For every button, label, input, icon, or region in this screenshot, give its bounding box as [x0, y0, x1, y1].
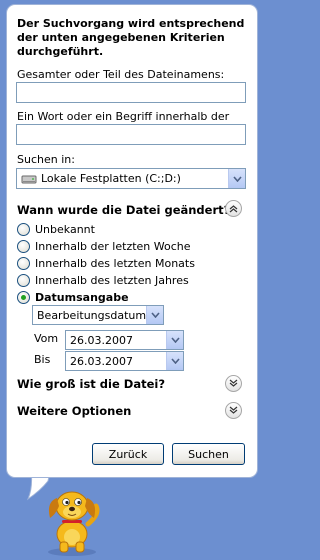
to-label: Bis — [34, 353, 51, 366]
radio-last-week[interactable]: Innerhalb der letzten Woche — [17, 239, 191, 253]
chevron-down-icon[interactable] — [228, 169, 245, 188]
filename-input[interactable] — [16, 82, 246, 103]
word-input[interactable] — [16, 124, 246, 145]
expand-down-icon[interactable] — [225, 375, 242, 392]
search-in-select[interactable]: Lokale Festplatten (C:;D:) — [16, 168, 246, 189]
radio-last-year[interactable]: Innerhalb des letzten Jahres — [17, 273, 189, 287]
chevron-down-icon[interactable] — [166, 331, 183, 349]
search-companion-dog-icon[interactable] — [36, 484, 108, 556]
radio-button-icon[interactable] — [17, 256, 30, 270]
search-in-value: Lokale Festplatten (C:;D:) — [41, 172, 181, 185]
expand-down-icon[interactable] — [225, 402, 242, 419]
radio-button-icon[interactable] — [17, 290, 30, 304]
hard-drive-icon — [17, 173, 37, 185]
chevron-down-icon[interactable] — [146, 306, 163, 324]
radio-label: Innerhalb des letzten Jahres — [35, 273, 189, 287]
intro-text: Der Suchvorgang wird entsprechend der un… — [17, 17, 245, 58]
size-section-title[interactable]: Wie groß ist die Datei? — [17, 377, 165, 391]
radio-label: Datumsangabe — [35, 290, 129, 304]
more-options-title[interactable]: Weitere Optionen — [17, 404, 131, 418]
back-button[interactable]: Zurück — [92, 443, 164, 465]
filename-label: Gesamter oder Teil des Dateinamens: — [17, 68, 225, 81]
from-label: Vom — [34, 332, 59, 345]
radio-button-icon[interactable] — [17, 273, 30, 287]
to-date-picker[interactable]: 26.03.2007 — [65, 351, 184, 371]
radio-button-icon[interactable] — [17, 239, 30, 253]
search-button[interactable]: Suchen — [172, 443, 245, 465]
from-date-picker[interactable]: 26.03.2007 — [65, 330, 184, 350]
radio-date-spec[interactable]: Datumsangabe — [17, 290, 129, 304]
radio-label: Innerhalb der letzten Woche — [35, 239, 191, 253]
collapse-up-icon[interactable] — [225, 200, 242, 217]
radio-label: Innerhalb des letzten Monats — [35, 256, 195, 270]
radio-selected-dot — [21, 294, 26, 300]
radio-last-month[interactable]: Innerhalb des letzten Monats — [17, 256, 195, 270]
radio-button-icon[interactable] — [17, 222, 30, 236]
to-date-value: 26.03.2007 — [70, 354, 133, 368]
radio-label: Unbekannt — [35, 222, 95, 236]
date-type-select[interactable]: Bearbeitungsdatum — [32, 305, 164, 325]
date-type-value: Bearbeitungsdatum — [37, 308, 146, 322]
search-in-label: Suchen in: — [17, 153, 75, 166]
chevron-down-icon[interactable] — [166, 352, 183, 370]
from-date-value: 26.03.2007 — [70, 333, 133, 347]
date-section-title[interactable]: Wann wurde die Datei geändert? — [17, 203, 230, 217]
radio-unknown[interactable]: Unbekannt — [17, 222, 95, 236]
